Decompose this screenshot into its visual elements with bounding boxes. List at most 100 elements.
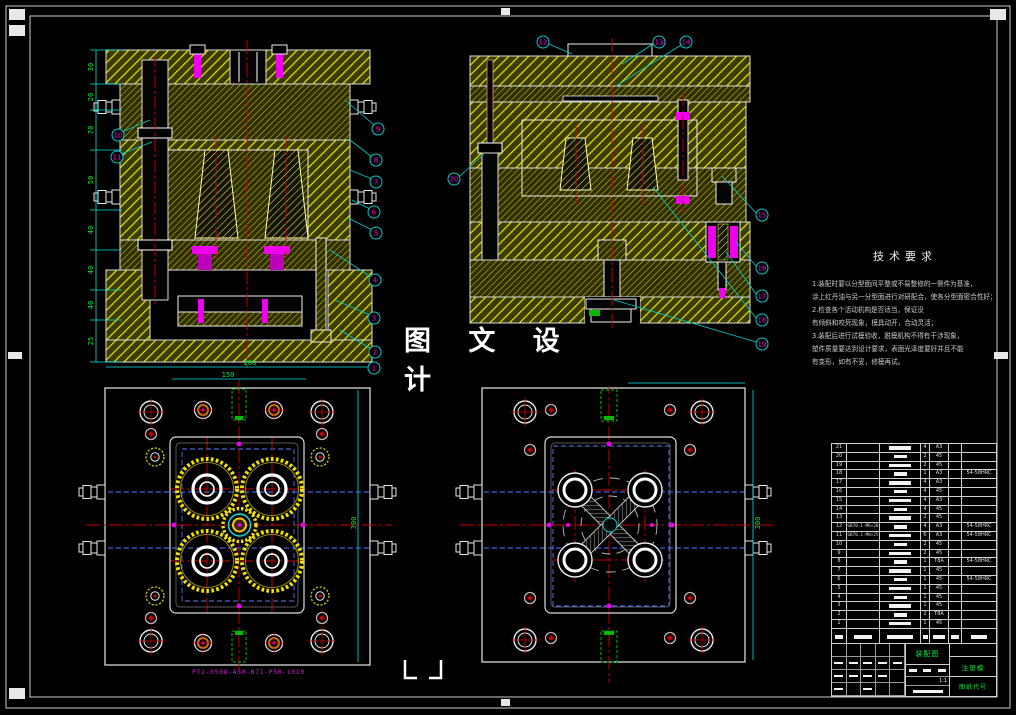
bom-item-number: 17 — [832, 479, 847, 487]
guide-bush — [136, 397, 166, 427]
bom-item-name-redacted — [880, 540, 921, 549]
bom-row: 12 GB70.1-M6×20 4 A3 54-58HRC — [832, 523, 996, 532]
bom-item-name-redacted — [880, 514, 921, 523]
bom-item-spare — [949, 575, 962, 584]
bom-item-spare — [949, 593, 962, 602]
bom-item-name-redacted — [880, 593, 921, 602]
bom-item-spare — [949, 452, 962, 461]
svg-text:150: 150 — [222, 371, 235, 379]
guide-pillar-hole — [687, 625, 717, 655]
guide-pillar-hole — [510, 397, 540, 427]
bom-item-remark — [962, 453, 996, 461]
svg-text:18: 18 — [758, 317, 767, 325]
technical-requirements-title: 技术要求 — [873, 250, 937, 263]
svg-text:40: 40 — [87, 226, 95, 234]
bom-item-code — [847, 514, 880, 523]
svg-text:20: 20 — [450, 176, 459, 184]
bom-item-remark: 54-58HRC — [966, 531, 992, 538]
svg-text:40: 40 — [87, 301, 95, 309]
bom-item-material: A3 — [930, 496, 949, 505]
bom-item-name-redacted — [880, 611, 921, 619]
bom-item-remark — [962, 611, 996, 619]
bom-row: 17 4 A3 — [832, 479, 996, 488]
bom-row: 2 2 T8A — [832, 611, 996, 620]
svg-text:11: 11 — [113, 154, 122, 162]
spacer-rail-right — [327, 269, 373, 341]
bom-item-qty: 2 — [921, 540, 930, 549]
svg-text:13: 13 — [655, 39, 664, 47]
bom-item-qty: 4 — [921, 444, 930, 452]
bom-item-qty: 1 — [921, 567, 930, 575]
bom-item-number: 10 — [832, 540, 847, 549]
bom-item-number: 4 — [832, 593, 847, 602]
bom-item-code — [847, 558, 880, 567]
bom-item-remark — [962, 462, 996, 470]
bom-item-name-redacted — [880, 470, 921, 479]
bom-item-code — [847, 505, 880, 514]
svg-text:5: 5 — [374, 230, 378, 238]
svg-text:50: 50 — [87, 176, 95, 184]
bom-item-remark — [962, 602, 996, 610]
bom-item-spare — [949, 619, 962, 628]
title-block: 装配图 1:1 注塑模 图纸代号 — [831, 628, 997, 697]
bom-item-material: 45 — [930, 487, 949, 496]
bom-item-spare — [949, 479, 962, 487]
signature-grid — [832, 644, 906, 696]
requirement-line: 1.装配时要以分型面间平整或不易整修的一侧件为基准， — [812, 280, 977, 288]
bom-item-code: GB70.1-M6×20 — [847, 523, 880, 531]
bom-item-number: 2 — [832, 611, 847, 619]
screw-hole — [310, 447, 330, 467]
bom-item-qty: 4 — [921, 505, 930, 514]
bom-item-spare — [949, 602, 962, 611]
svg-text:1: 1 — [372, 365, 376, 373]
svg-text:70: 70 — [87, 126, 95, 134]
core-cavity-2 — [626, 137, 659, 191]
bom-item-spare — [949, 584, 962, 593]
core-cavity-1 — [559, 137, 592, 191]
screw-hole — [310, 586, 330, 606]
bom-item-code — [847, 461, 880, 470]
bom-item-material: 45 — [930, 584, 949, 593]
bom-item-spare — [949, 558, 962, 567]
bom-item-qty: 4 — [921, 523, 930, 531]
svg-text:7: 7 — [374, 179, 378, 187]
bom-item-code — [847, 487, 880, 496]
bom-item-code — [847, 584, 880, 593]
bom-item-code — [847, 619, 880, 628]
return-pin — [191, 631, 215, 655]
bom-item-spare — [949, 444, 962, 452]
bom-row: 6 1 45 54-58HRC — [832, 575, 996, 585]
bom-item-material: 45 — [930, 593, 949, 602]
svg-text:2: 2 — [373, 349, 377, 357]
bom-item-number: 1 — [832, 619, 847, 628]
bom-item-material: 45 — [930, 461, 949, 470]
bom-item-material: A3 — [930, 479, 949, 487]
bom-item-code — [847, 452, 880, 461]
requirement-line: 涂上红丹油与另一分型面进行对研配合，使各分型面密合性好； — [812, 293, 997, 301]
bom-item-number: 14 — [832, 505, 847, 514]
svg-text:16: 16 — [758, 265, 767, 273]
bom-item-qty: 6 — [921, 531, 930, 540]
bom-item-material: 45 — [930, 505, 949, 514]
svg-text:19: 19 — [758, 341, 767, 349]
requirement-line: 有变形，如有不妥，修模再试。 — [812, 358, 905, 366]
svg-text:9: 9 — [376, 126, 380, 134]
bom-item-qty: 1 — [921, 619, 930, 628]
bom-item-name-redacted — [880, 619, 921, 628]
bom-row: 9 2 45 — [832, 549, 996, 559]
return-pin — [262, 398, 286, 422]
scale-value: 1:1 — [906, 677, 949, 686]
bom-item-qty: 2 — [921, 452, 930, 461]
screw-hole — [145, 447, 165, 467]
bom-item-spare — [949, 611, 962, 619]
bom-row: 16 4 45 — [832, 487, 996, 497]
drawing-name-label: 装配图 — [906, 644, 949, 665]
bom-row: 5 1 45 — [832, 584, 996, 594]
mold-type-label: 注塑模 — [950, 657, 996, 677]
drawing-code-label: 图纸代号 — [958, 684, 987, 691]
bom-item-name-redacted — [880, 452, 921, 461]
bom-item-material: 45 — [930, 567, 949, 575]
bom-item-number: 9 — [832, 549, 847, 558]
guide-bush — [307, 397, 337, 427]
svg-text:8: 8 — [374, 157, 378, 165]
